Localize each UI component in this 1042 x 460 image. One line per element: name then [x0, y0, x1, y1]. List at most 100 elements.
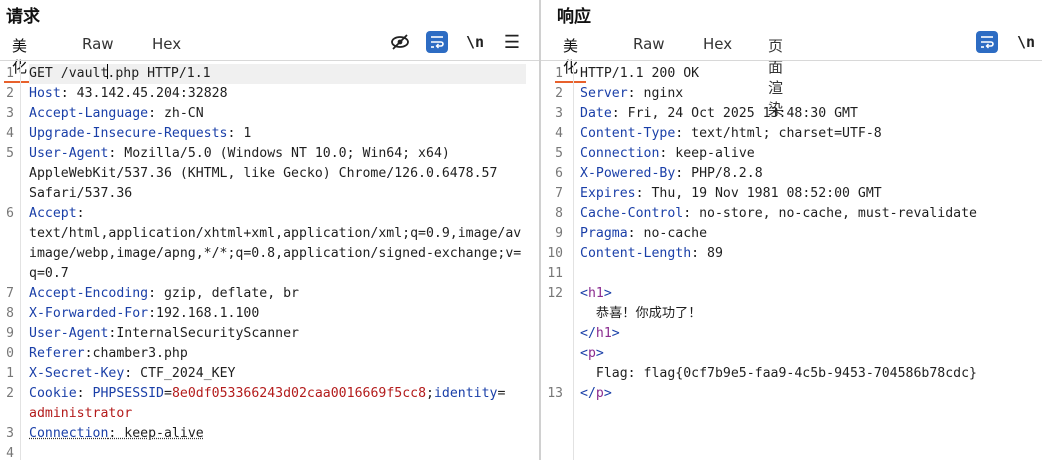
- code-line[interactable]: Accept:: [29, 204, 526, 224]
- header-value: Fri, 24 Oct 2025 13:48:30 GMT: [619, 106, 858, 121]
- header-value: chamber3.php: [92, 346, 188, 361]
- code-line[interactable]: Server: nginx: [580, 84, 1028, 104]
- tab-raw[interactable]: Raw: [633, 32, 665, 56]
- wrap-icon[interactable]: [426, 31, 448, 53]
- cookie-eq: =: [164, 386, 172, 401]
- tag-name: p: [587, 346, 596, 361]
- code-line[interactable]: Upgrade-Insecure-Requests: 1: [29, 124, 526, 144]
- code-line[interactable]: GET /vault.php HTTP/1.1: [29, 64, 526, 84]
- code-line[interactable]: HTTP/1.1 200 OK: [580, 64, 1028, 84]
- line-number: 2: [555, 86, 563, 101]
- header-name: X-Forwarded-For: [29, 306, 149, 321]
- header-colon: :: [148, 106, 157, 121]
- code-line[interactable]: <p>: [580, 344, 1028, 364]
- line-text: q=0.7: [29, 266, 69, 281]
- header-name: Cache-Control: [580, 206, 684, 221]
- header-value: keep-alive: [116, 426, 204, 441]
- cookie-value: 8e0df053366243d02caa0016669f5cc8: [171, 386, 427, 401]
- code-line[interactable]: Content-Length: 89: [580, 244, 1028, 264]
- cookie-sep: ;: [426, 386, 434, 401]
- header-value: 192.168.1.100: [156, 306, 260, 321]
- cookie-name: PHPSESSID: [92, 386, 164, 401]
- header-colon: :: [611, 106, 620, 121]
- line-number: 4: [555, 126, 563, 141]
- header-value: no-cache: [635, 226, 708, 241]
- line-text: image/webp,image/apng,*/*;q=0.8,applicat…: [29, 246, 522, 261]
- code-line[interactable]: [29, 444, 526, 460]
- line-number: 8: [6, 306, 14, 321]
- code-line[interactable]: Flag: flag{0cf7b9e5-faa9-4c5b-9453-70458…: [580, 364, 1028, 384]
- tab-hex[interactable]: Hex: [703, 32, 732, 56]
- menu-icon[interactable]: ☰: [501, 31, 523, 53]
- code-line[interactable]: Connection: keep-alive: [580, 144, 1028, 164]
- tag-bracket: >: [603, 286, 612, 301]
- code-line[interactable]: Accept-Language: zh-CN: [29, 104, 526, 124]
- code-line[interactable]: Referer:chamber3.php: [29, 344, 526, 364]
- header-name: Server: [580, 86, 628, 101]
- header-name: X-Powered-By: [580, 166, 676, 181]
- header-colon: :: [635, 186, 644, 201]
- code-line[interactable]: administrator: [29, 404, 526, 424]
- line-text: text/html,application/xhtml+xml,applicat…: [29, 226, 522, 241]
- code-line[interactable]: Accept-Encoding: gzip, deflate, br: [29, 284, 526, 304]
- newline-icon[interactable]: \n: [1015, 31, 1037, 53]
- code-line[interactable]: User-Agent:InternalSecurityScanner: [29, 324, 526, 344]
- header-colon: :: [148, 306, 157, 321]
- code-line[interactable]: </p>: [580, 384, 1028, 404]
- line-number: 10: [547, 246, 563, 261]
- code-line[interactable]: 恭喜！你成功了！: [580, 304, 1028, 324]
- code-line[interactable]: Cache-Control: no-store, no-cache, must-…: [580, 204, 1028, 224]
- tab-hex[interactable]: Hex: [152, 32, 181, 56]
- request-title: 请求: [6, 7, 40, 27]
- code-line[interactable]: Host: 43.142.45.204:32828: [29, 84, 526, 104]
- code-line[interactable]: X-Secret-Key: CTF_2024_KEY: [29, 364, 526, 384]
- code-line[interactable]: <h1>: [580, 284, 1028, 304]
- code-line[interactable]: Connection: keep-alive: [29, 424, 526, 444]
- line-number: 11: [547, 266, 563, 281]
- code-line[interactable]: Pragma: no-cache: [580, 224, 1028, 244]
- header-name: Cookie: [29, 386, 77, 401]
- code-line[interactable]: image/webp,image/apng,*/*;q=0.8,applicat…: [29, 244, 526, 264]
- newline-icon[interactable]: \n: [464, 31, 486, 53]
- header-name: Referer: [29, 346, 85, 361]
- line-number: 1: [555, 66, 563, 81]
- header-value: InternalSecurityScanner: [116, 326, 299, 341]
- tag-bracket: >: [603, 386, 612, 401]
- code-line[interactable]: [580, 264, 1028, 284]
- line-number: 3: [6, 426, 14, 441]
- response-editor[interactable]: 1 HTTP/1.1 200 OK 2 Server: nginx 3 Date: Fri…: [541, 64, 1042, 460]
- line-number: 1: [6, 366, 14, 381]
- code-line[interactable]: Cookie: PHPSESSID=8e0df053366243d02caa00…: [29, 384, 526, 404]
- request-editor[interactable]: 1 GET /vault.php HTTP/1.1 2 Host: 43.142.45…: [0, 64, 540, 460]
- header-value: gzip, deflate, br: [156, 286, 299, 301]
- code-line[interactable]: Content-Type: text/html; charset=UTF-8: [580, 124, 1028, 144]
- line-number: 1: [6, 66, 14, 81]
- code-line[interactable]: AppleWebKit/537.36 (KHTML, like Gecko) C…: [29, 164, 526, 184]
- line-number: 0: [6, 346, 14, 361]
- code-line[interactable]: User-Agent: Mozilla/5.0 (Windows NT 10.0…: [29, 144, 526, 164]
- code-line[interactable]: X-Powered-By: PHP/8.2.8: [580, 164, 1028, 184]
- line-number: 2: [6, 386, 14, 401]
- tab-raw[interactable]: Raw: [82, 32, 114, 56]
- header-colon: :: [76, 386, 93, 401]
- code-line[interactable]: text/html,application/xhtml+xml,applicat…: [29, 224, 526, 244]
- tag-bracket: </: [580, 326, 596, 341]
- header-value: 43.142.45.204:32828: [68, 86, 228, 101]
- code-line[interactable]: q=0.7: [29, 264, 526, 284]
- code-line[interactable]: Expires: Thu, 19 Nov 1981 08:52:00 GMT: [580, 184, 1028, 204]
- header-colon: :: [60, 86, 69, 101]
- line-number: 4: [6, 446, 14, 460]
- tag-bracket: </: [580, 386, 596, 401]
- code-line[interactable]: </h1>: [580, 324, 1028, 344]
- code-line[interactable]: Safari/537.36: [29, 184, 526, 204]
- header-colon: :: [691, 246, 700, 261]
- line-number: 7: [555, 186, 563, 201]
- header-name: Date: [580, 106, 612, 121]
- wrap-icon[interactable]: [976, 31, 998, 53]
- header-value: keep-alive: [667, 146, 755, 161]
- line-number: 4: [6, 126, 14, 141]
- response-pane: 响应 美化 Raw Hex 页面渲染 \n 1 HTTP/1.1 200 OK 2 S…: [541, 0, 1042, 460]
- code-line[interactable]: Date: Fri, 24 Oct 2025 13:48:30 GMT: [580, 104, 1028, 124]
- hide-icon[interactable]: [389, 31, 411, 53]
- code-line[interactable]: X-Forwarded-For:192.168.1.100: [29, 304, 526, 324]
